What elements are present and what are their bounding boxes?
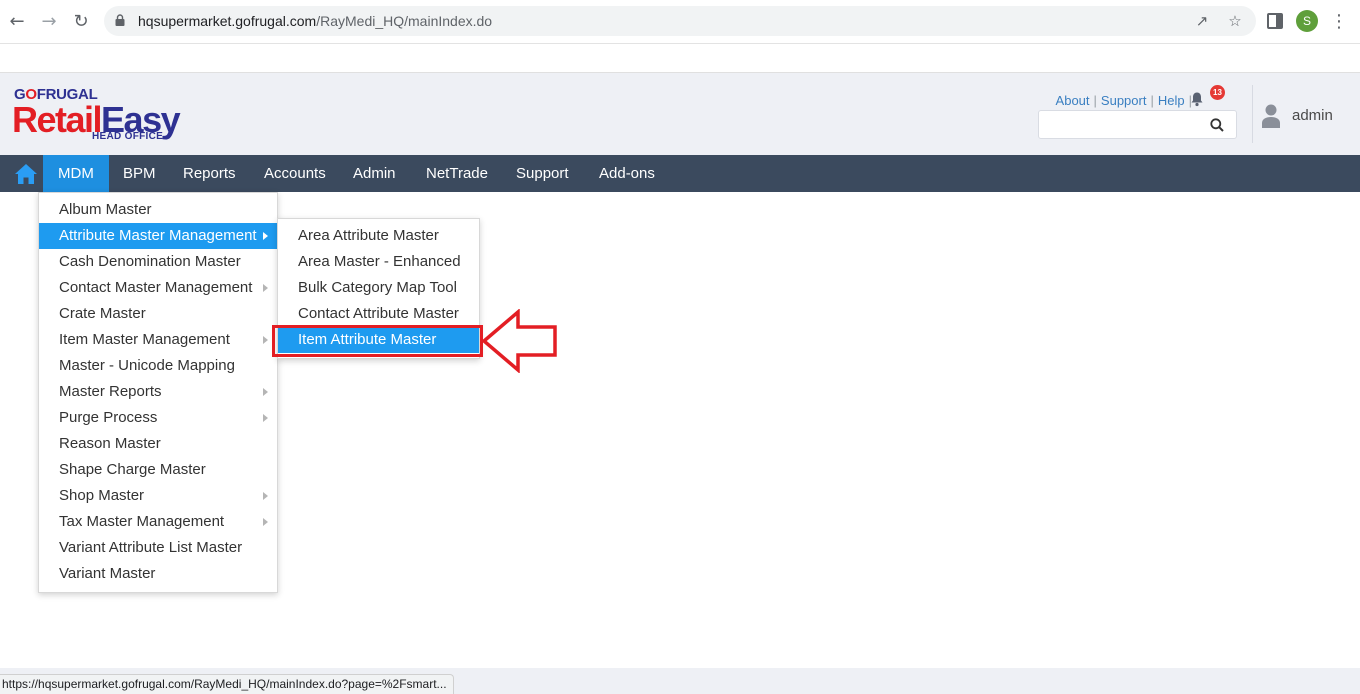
browser-status-bar: https://hqsupermarket.gofrugal.com/RayMe… — [0, 674, 454, 694]
menu-item-label: Contact Attribute Master — [298, 305, 459, 322]
caret-right-icon — [263, 232, 268, 240]
support-link[interactable]: Support — [1101, 93, 1147, 108]
caret-right-icon — [263, 414, 268, 422]
attribute-master-submenu: Area Attribute Master Area Master - Enha… — [277, 218, 480, 359]
caret-right-icon — [263, 336, 268, 344]
top-links: About | Support | Help | — [1055, 93, 1192, 108]
nav-nettrade[interactable]: NetTrade — [411, 155, 503, 192]
app-header: GOFRUGAL RetailEasy HEAD OFFICE About | Su… — [0, 72, 1360, 155]
menu-item-master-reports[interactable]: Master Reports — [39, 379, 277, 405]
lock-icon — [115, 14, 125, 26]
nav-add-ons[interactable]: Add-ons — [584, 155, 670, 192]
gofrugal-logo[interactable]: GOFRUGAL RetailEasy HEAD OFFICE — [12, 86, 202, 146]
menu-item-tax-master-management[interactable]: Tax Master Management — [39, 509, 277, 535]
menu-item-area-attribute-master[interactable]: Area Attribute Master — [278, 223, 479, 249]
menu-item-shape-charge-master[interactable]: Shape Charge Master — [39, 457, 277, 483]
menu-item-cash-denomination-master[interactable]: Cash Denomination Master — [39, 249, 277, 275]
menu-item-label: Item Attribute Master — [298, 331, 437, 348]
menu-item-item-master-management[interactable]: Item Master Management — [39, 327, 277, 353]
menu-item-master-unicode-mapping[interactable]: Master - Unicode Mapping — [39, 353, 277, 379]
url-text[interactable]: hqsupermarket.gofrugal.com/RayMedi_HQ/ma… — [138, 13, 492, 29]
caret-right-icon — [263, 518, 268, 526]
menu-item-label: Bulk Category Map Tool — [298, 279, 457, 296]
caret-right-icon — [263, 388, 268, 396]
side-panel-icon[interactable] — [1267, 13, 1283, 29]
menu-item-label: Area Master - Enhanced — [298, 253, 461, 270]
nav-accounts[interactable]: Accounts — [249, 155, 341, 192]
annotation-arrow-icon — [481, 309, 557, 373]
menu-item-label: Crate Master — [59, 305, 146, 322]
bell-icon[interactable] — [1189, 91, 1205, 107]
menu-item-bulk-category-map-tool[interactable]: Bulk Category Map Tool — [278, 275, 479, 301]
menu-item-label: Area Attribute Master — [298, 227, 439, 244]
header-search — [1038, 110, 1237, 139]
header-divider — [1252, 85, 1253, 143]
menu-item-label: Master Reports — [59, 383, 162, 400]
reload-icon[interactable]: ↻ — [70, 11, 92, 33]
main-nav: MDM BPM Reports Accounts Admin NetTrade … — [0, 155, 1360, 192]
menu-item-label: Cash Denomination Master — [59, 253, 241, 270]
user-icon[interactable] — [1261, 103, 1281, 129]
nav-support[interactable]: Support — [501, 155, 584, 192]
caret-right-icon — [263, 492, 268, 500]
browser-toolbar: ← → ↻ hqsupermarket.gofrugal.com/RayMedi… — [0, 0, 1360, 44]
back-arrow-icon[interactable]: ← — [6, 11, 28, 33]
profile-avatar[interactable]: S — [1296, 10, 1318, 32]
menu-item-label: Contact Master Management — [59, 279, 253, 296]
menu-item-reason-master[interactable]: Reason Master — [39, 431, 277, 457]
address-bar[interactable]: hqsupermarket.gofrugal.com/RayMedi_HQ/ma… — [104, 6, 1256, 36]
menu-item-label: Item Master Management — [59, 331, 230, 348]
menu-item-album-master[interactable]: Album Master — [39, 197, 277, 223]
user-name[interactable]: admin — [1292, 107, 1333, 124]
about-link[interactable]: About — [1056, 93, 1090, 108]
menu-item-purge-process[interactable]: Purge Process — [39, 405, 277, 431]
nav-mdm[interactable]: MDM — [43, 155, 109, 192]
notification-badge: 13 — [1210, 85, 1225, 100]
menu-item-variant-attribute-list-master[interactable]: Variant Attribute List Master — [39, 535, 277, 561]
menu-item-label: Album Master — [59, 201, 152, 218]
menu-item-label: Master - Unicode Mapping — [59, 357, 235, 374]
menu-item-label: Shape Charge Master — [59, 461, 206, 478]
caret-right-icon — [263, 284, 268, 292]
menu-item-contact-attribute-master[interactable]: Contact Attribute Master — [278, 301, 479, 327]
search-input[interactable] — [1043, 114, 1203, 135]
home-icon[interactable] — [11, 161, 41, 187]
share-icon[interactable]: ↗ — [1192, 11, 1212, 31]
bookmark-star-icon[interactable]: ☆ — [1225, 11, 1245, 31]
menu-item-label: Shop Master — [59, 487, 145, 504]
menu-item-attribute-master-management[interactable]: Attribute Master Management — [39, 223, 277, 249]
nav-admin[interactable]: Admin — [338, 155, 411, 192]
menu-item-label: Attribute Master Management — [59, 227, 257, 244]
menu-item-shop-master[interactable]: Shop Master — [39, 483, 277, 509]
menu-item-label: Variant Master — [59, 565, 156, 582]
help-link[interactable]: Help — [1158, 93, 1185, 108]
forward-arrow-icon[interactable]: → — [38, 11, 60, 33]
nav-reports[interactable]: Reports — [168, 155, 251, 192]
menu-item-label: Tax Master Management — [59, 513, 225, 530]
menu-item-label: Purge Process — [59, 409, 158, 426]
menu-item-item-attribute-master[interactable]: Item Attribute Master — [278, 327, 479, 353]
menu-item-contact-master-management[interactable]: Contact Master Management — [39, 275, 277, 301]
menu-item-label: Variant Attribute List Master — [59, 539, 243, 556]
browser-menu-icon[interactable]: ⋮ — [1330, 11, 1348, 33]
nav-bpm[interactable]: BPM — [108, 155, 171, 192]
menu-item-variant-master[interactable]: Variant Master — [39, 561, 277, 587]
menu-item-crate-master[interactable]: Crate Master — [39, 301, 277, 327]
menu-item-label: Reason Master — [59, 435, 161, 452]
menu-item-area-master-enhanced[interactable]: Area Master - Enhanced — [278, 249, 479, 275]
search-icon[interactable] — [1210, 118, 1224, 132]
logo-subtitle: HEAD OFFICE — [92, 131, 164, 142]
mdm-dropdown-menu: Album Master Attribute Master Management… — [38, 192, 278, 593]
